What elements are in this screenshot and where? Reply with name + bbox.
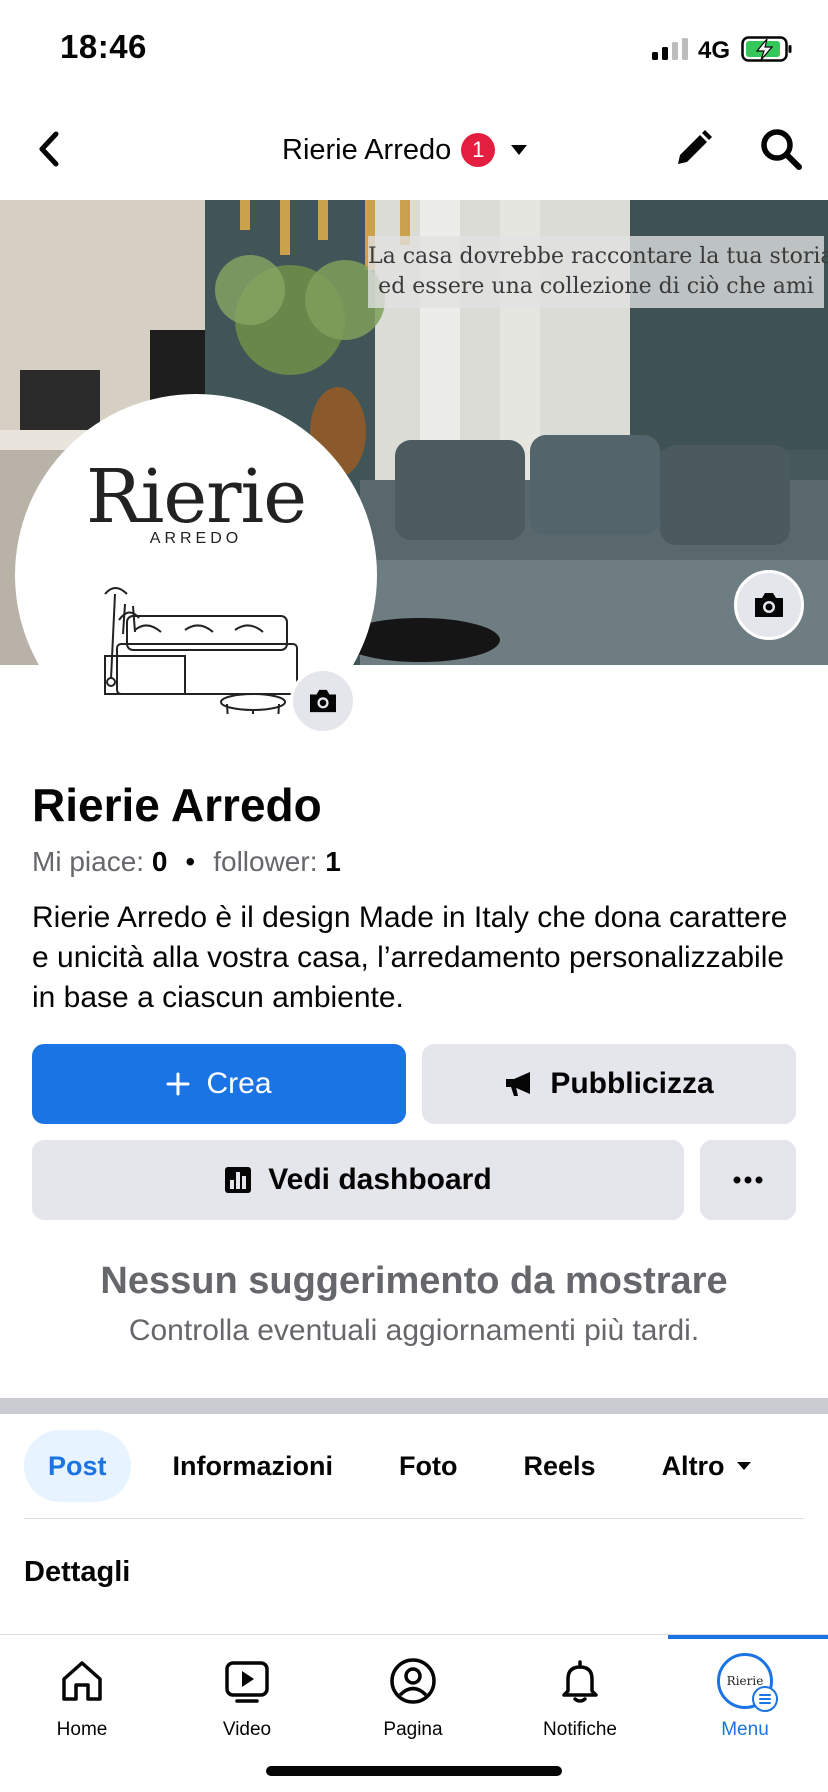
followers-label: follower bbox=[213, 846, 310, 877]
nav-video-label: Video bbox=[222, 1719, 272, 1740]
video-icon bbox=[225, 1661, 269, 1703]
camera-icon bbox=[755, 593, 783, 617]
tab-post[interactable]: Post bbox=[24, 1430, 131, 1502]
cover-quote-line-2: ed essere una collezione di ciò che ami bbox=[378, 274, 814, 299]
nav-menu-label: Menu bbox=[721, 1719, 769, 1740]
tab-foto[interactable]: Foto bbox=[375, 1430, 481, 1502]
nav-video[interactable]: Video bbox=[177, 1653, 317, 1763]
plus-icon bbox=[166, 1072, 190, 1096]
no-suggestions-subtitle: Controlla eventuali aggiornamenti più ta… bbox=[128, 1314, 700, 1347]
cover-quote: La casa dovrebbe raccontare la tua stori… bbox=[368, 236, 828, 308]
page-name: Rierie Arredo bbox=[32, 779, 322, 831]
ellipsis-icon bbox=[733, 1176, 763, 1184]
home-indicator bbox=[266, 1766, 562, 1776]
profile-icon bbox=[390, 1658, 436, 1704]
nav-pagina-label: Pagina bbox=[383, 1719, 443, 1740]
nav-home[interactable]: Home bbox=[12, 1653, 152, 1763]
edit-pencil-icon[interactable] bbox=[668, 124, 718, 174]
dashboard-icon bbox=[225, 1167, 252, 1193]
nav-home-label: Home bbox=[56, 1719, 108, 1740]
tab-informazioni[interactable]: Informazioni bbox=[149, 1430, 358, 1502]
search-icon[interactable] bbox=[756, 124, 806, 174]
caret-down-icon bbox=[736, 1462, 751, 1470]
nav-active-indicator bbox=[668, 1635, 828, 1639]
notification-badge: 1 bbox=[461, 133, 496, 167]
page-switcher-label: Rierie Arredo bbox=[282, 133, 452, 166]
nav-notifiche[interactable]: Notifiche bbox=[510, 1653, 650, 1763]
signal-icon bbox=[652, 38, 688, 60]
section-divider bbox=[0, 1398, 828, 1414]
status-bar: 18:46 4G bbox=[0, 0, 828, 100]
no-suggestions-title: Nessun suggerimento da mostrare bbox=[100, 1260, 728, 1302]
dashboard-button[interactable]: Vedi dashboard bbox=[32, 1140, 684, 1220]
promote-button[interactable]: Pubblicizza bbox=[422, 1044, 796, 1124]
avatar-logo-title: Rierie bbox=[85, 454, 307, 540]
likes-label: Mi piace bbox=[32, 846, 137, 877]
back-icon[interactable] bbox=[28, 124, 68, 174]
tab-altro-label: Altro bbox=[661, 1450, 725, 1481]
megaphone-icon bbox=[506, 1072, 531, 1096]
likes-count[interactable]: 0 bbox=[152, 846, 168, 878]
promote-button-label: Pubblicizza bbox=[550, 1067, 714, 1100]
battery-charging-icon bbox=[741, 36, 792, 62]
edit-cover-button[interactable] bbox=[734, 570, 804, 640]
create-button[interactable]: Crea bbox=[32, 1044, 406, 1124]
details-section-title: Dettagli bbox=[24, 1556, 131, 1588]
tabs-divider bbox=[24, 1518, 804, 1519]
followers-count[interactable]: 1 bbox=[325, 846, 341, 878]
profile-tabs: Post Informazioni Foto Reels Altro bbox=[24, 1430, 795, 1502]
cover-quote-line-1: La casa dovrebbe raccontare la tua stori… bbox=[368, 244, 828, 269]
home-icon bbox=[62, 1661, 102, 1701]
menu-avatar-logo: Rierie bbox=[726, 1674, 764, 1688]
create-button-label: Crea bbox=[206, 1067, 272, 1100]
tab-reels[interactable]: Reels bbox=[500, 1430, 620, 1502]
caret-down-icon bbox=[511, 145, 528, 155]
page-bio: Rierie Arredo è il design Made in Italy … bbox=[32, 901, 788, 1014]
nav-notifiche-label: Notifiche bbox=[543, 1719, 617, 1740]
more-options-button[interactable] bbox=[700, 1140, 796, 1220]
status-time: 18:46 bbox=[60, 28, 147, 65]
page-switcher[interactable]: Rierie Arredo 1 bbox=[282, 128, 529, 172]
dashboard-button-label: Vedi dashboard bbox=[268, 1163, 492, 1196]
page-stats: Mi piace: 0 • follower: 1 bbox=[32, 846, 341, 878]
menu-lines-icon bbox=[752, 1686, 778, 1712]
nav-pagina[interactable]: Pagina bbox=[343, 1653, 483, 1763]
tab-altro[interactable]: Altro bbox=[638, 1430, 777, 1502]
camera-icon bbox=[310, 689, 336, 713]
bell-icon bbox=[562, 1660, 598, 1703]
network-type: 4G bbox=[698, 37, 731, 64]
stats-separator: • bbox=[185, 846, 196, 877]
edit-avatar-button[interactable] bbox=[290, 668, 356, 734]
nav-menu[interactable]: Rierie Menu bbox=[675, 1653, 815, 1763]
menu-avatar-icon: Rierie bbox=[717, 1653, 778, 1712]
